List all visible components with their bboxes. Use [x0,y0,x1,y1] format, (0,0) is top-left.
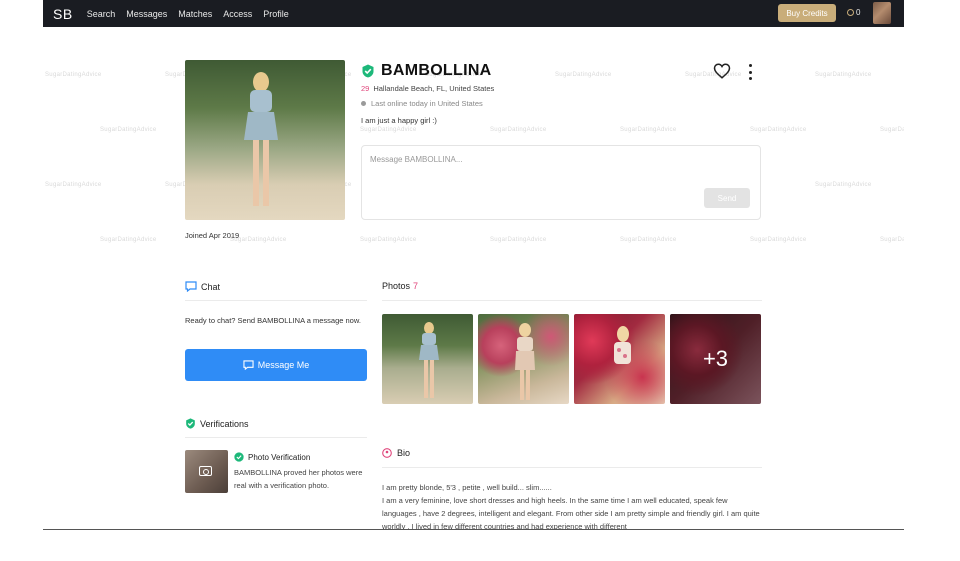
watermark-text: SugarDatingAdvice [490,237,547,243]
photo-verification-description: BAMBOLLINA proved her photos were real w… [234,468,363,490]
nav-matches[interactable]: Matches [178,9,212,19]
watermark-text: SugarDatingAdvice [45,72,102,78]
watermark-text: SugarDatingAdvice [880,237,904,243]
message-compose-box: Send [361,145,761,220]
watermark-text: SugarDatingAdvice [555,72,612,78]
verifications-title: Verifications [200,418,249,429]
chat-description: Ready to chat? Send BAMBOLLINA a message… [185,316,361,325]
location-text: Hallandale Beach, FL, United States [373,84,495,93]
chat-bubble-icon [185,281,197,292]
joined-date: Joined Apr 2019 [185,231,240,240]
watermark-text: SugarDatingAdvice [45,182,102,188]
photo-thumbnail-more[interactable]: +3 [670,314,761,404]
photo-verification-title: Photo Verification [234,452,310,462]
watermark-text: SugarDatingAdvice [360,127,417,133]
coin-icon [847,9,854,16]
watermark-text: SugarDatingAdvice [750,127,807,133]
profile-location: 29 Hallandale Beach, FL, United States [361,84,494,93]
verifications-divider [185,437,367,438]
person-figure [614,326,631,364]
watermark-text: SugarDatingAdvice [880,127,904,133]
credits-indicator[interactable]: 0 [847,8,860,17]
bio-text: I am pretty blonde, 5'3 , petite , well … [382,481,762,530]
photos-count: 7 [413,281,419,291]
message-icon [243,360,254,370]
more-options-icon[interactable] [747,64,753,80]
watermark-text: SugarDatingAdvice [750,237,807,243]
message-input[interactable] [370,155,690,164]
profile-name: BAMBOLLINA [381,62,492,79]
profile-tagline: I am just a happy girl :) [361,116,437,125]
watermark-text: SugarDatingAdvice [815,182,872,188]
send-button[interactable]: Send [704,188,750,208]
app-frame: SB Search Messages Matches Access Profil… [43,0,904,530]
status-dot-icon [361,101,366,106]
bio-divider [382,467,762,468]
nav-messages[interactable]: Messages [126,9,167,19]
user-avatar[interactable] [873,2,891,24]
photo-thumbnail-3[interactable] [574,314,665,404]
profile-main-photo[interactable] [185,60,345,220]
photos-section-header: Photos 7 [382,281,418,291]
verified-badge-icon [362,64,374,78]
verified-shield-icon [186,418,195,429]
message-me-label: Message Me [257,360,310,370]
person-figure [244,72,278,206]
chat-section-header: Chat [185,281,220,292]
photos-divider [382,300,762,301]
bio-line-1: I am pretty blonde, 5'3 , petite , well … [382,483,552,492]
nav-search[interactable]: Search [87,9,116,19]
last-online-status: Last online today in United States [361,99,483,108]
verified-check-icon [234,452,244,462]
bio-title: Bio [397,448,411,458]
photo-verification-label: Photo Verification [248,452,311,462]
logo[interactable]: SB [53,6,73,22]
photos-title: Photos [382,281,411,291]
nav-profile[interactable]: Profile [263,9,289,19]
more-photos-overlay: +3 [670,314,761,404]
favorite-heart-icon[interactable] [713,62,731,80]
message-me-button[interactable]: Message Me [185,349,367,381]
watermark-text: SugarDatingAdvice [360,237,417,243]
person-figure [515,323,535,400]
photo-thumbnail-1[interactable] [382,314,473,404]
verifications-section-header: Verifications [185,418,249,429]
watermark-text: SugarDatingAdvice [620,237,677,243]
nav-access[interactable]: Access [223,9,252,19]
watermark-text: SugarDatingAdvice [100,237,157,243]
watermark-text: SugarDatingAdvice [490,127,547,133]
watermark-text: SugarDatingAdvice [100,127,157,133]
bio-line-2: I am a very feminine, love short dresses… [382,496,760,530]
chat-divider [185,300,367,301]
bio-section-header: Bio [382,448,410,458]
top-navbar: SB Search Messages Matches Access Profil… [43,0,904,27]
last-online-text: Last online today in United States [371,99,483,108]
profile-name-row: BAMBOLLINA [361,62,492,80]
buy-credits-button[interactable]: Buy Credits [778,4,836,22]
photo-thumbnail-2[interactable] [478,314,569,404]
watermark-text: SugarDatingAdvice [620,127,677,133]
profile-age: 29 [361,84,370,93]
person-figure [419,322,439,398]
watermark-text: SugarDatingAdvice [815,72,872,78]
chat-section-title: Chat [201,281,221,292]
camera-icon [199,466,212,476]
verification-photo[interactable] [185,450,228,493]
bio-person-icon [382,448,392,458]
credits-count: 0 [856,8,861,17]
